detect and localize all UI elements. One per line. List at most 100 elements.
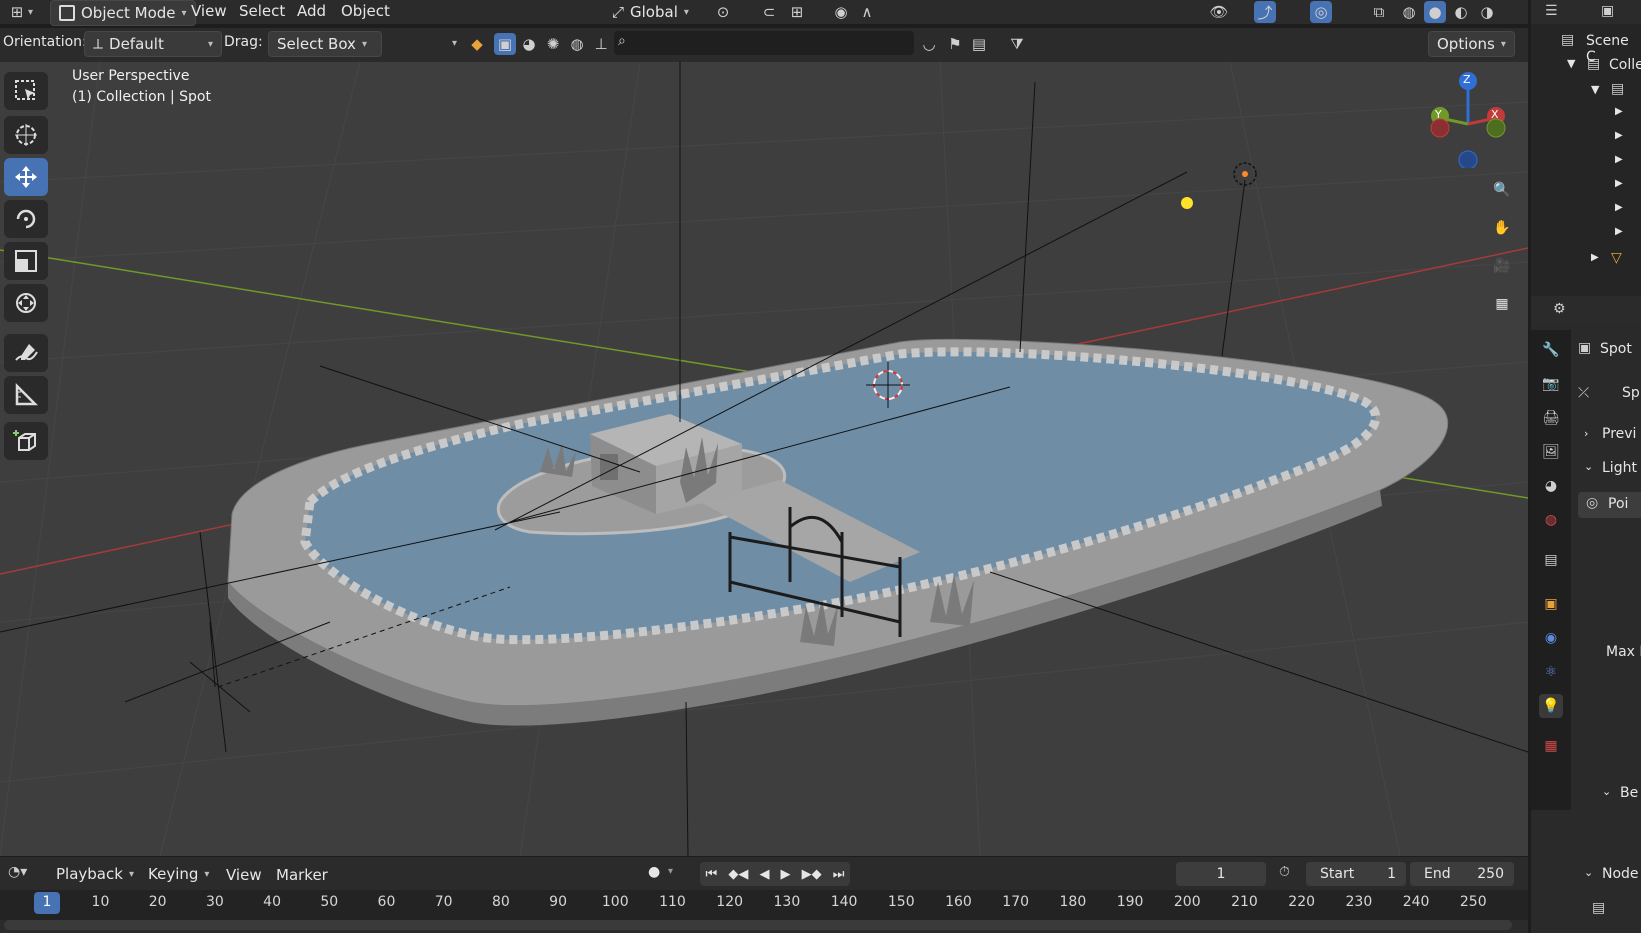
timeline-view-menu[interactable]: View bbox=[226, 866, 262, 884]
object-tab-icon[interactable]: ▣ bbox=[1539, 592, 1563, 616]
mode-dropdown[interactable]: Object Mode ▾ bbox=[50, 0, 196, 26]
options-dropdown[interactable]: Options ▾ bbox=[1428, 31, 1515, 57]
measure-tool[interactable] bbox=[4, 376, 48, 414]
world-filter-icon[interactable]: ◍ bbox=[566, 33, 588, 55]
editor-type-icon[interactable]: ⊞ bbox=[6, 1, 28, 23]
display-mode-icon[interactable]: ☰ bbox=[1545, 3, 1558, 19]
outliner-row-arrow[interactable]: ▶ bbox=[1615, 130, 1623, 141]
gizmo-toggle-icon[interactable]: ⤴ bbox=[1254, 1, 1276, 23]
jump-start-icon[interactable]: ⏮ bbox=[706, 867, 718, 882]
navigation-gizmo[interactable]: Z Y X bbox=[1420, 68, 1516, 168]
record-icon[interactable]: ● bbox=[648, 864, 660, 880]
outliner-row-arrow[interactable]: ▶ bbox=[1615, 202, 1623, 213]
collection-label[interactable]: Colle bbox=[1609, 57, 1641, 73]
cursor-tool[interactable] bbox=[4, 116, 48, 154]
preview-panel-label[interactable]: Previ bbox=[1602, 426, 1636, 442]
editor-type-icon[interactable]: ⚙ bbox=[1553, 301, 1566, 317]
outliner-row-arrow[interactable]: ▶ bbox=[1615, 178, 1623, 189]
menu-add[interactable]: Add bbox=[297, 2, 326, 20]
playback-menu[interactable]: Playback ▾ bbox=[48, 862, 142, 886]
chevron-down-icon[interactable]: ▾ bbox=[452, 38, 457, 49]
expand-arrow-icon[interactable]: ▼ bbox=[1567, 57, 1575, 70]
current-frame-field[interactable]: 1 bbox=[1176, 862, 1266, 886]
search-input[interactable]: ⌕ bbox=[614, 31, 914, 55]
transform-orientation-dropdown[interactable]: ⤢ Global ▾ bbox=[604, 0, 697, 24]
keying-menu[interactable]: Keying ▾ bbox=[140, 862, 217, 886]
outliner-row-arrow[interactable]: ▶ bbox=[1615, 154, 1623, 165]
xray-icon[interactable]: ⧉ bbox=[1368, 1, 1390, 23]
perspective-grid-icon[interactable]: ▦ bbox=[1486, 288, 1518, 320]
light-type-selector[interactable]: ◎ Poi bbox=[1578, 492, 1641, 518]
light-data-tab-icon[interactable]: 💡 bbox=[1539, 694, 1563, 718]
tool-tab-icon[interactable]: 🔧 bbox=[1539, 338, 1563, 362]
play-reverse-icon[interactable]: ◀ bbox=[759, 867, 769, 882]
select-mode-icon[interactable]: ▣ bbox=[494, 33, 516, 55]
start-frame-field[interactable]: Start 1 bbox=[1306, 862, 1406, 886]
orientation-dropdown[interactable]: ⟂ Default ▾ bbox=[84, 31, 222, 57]
prev-keyframe-icon[interactable]: ◆◀ bbox=[728, 867, 748, 882]
move-tool[interactable] bbox=[4, 158, 48, 196]
camera-icon[interactable]: 🎥 bbox=[1486, 250, 1518, 282]
select-box-tool[interactable] bbox=[4, 72, 48, 110]
spot-light[interactable] bbox=[1181, 162, 1257, 209]
stamp-filter-icon[interactable]: ⊥ bbox=[590, 33, 612, 55]
marker-menu[interactable]: Marker bbox=[276, 866, 328, 884]
chevron-down-icon[interactable]: ▾ bbox=[668, 866, 673, 877]
constraints-tab-icon[interactable]: ◉ bbox=[1539, 626, 1563, 650]
menu-select[interactable]: Select bbox=[239, 2, 285, 20]
outliner-row-arrow[interactable]: ▶ bbox=[1591, 252, 1599, 263]
chevron-down-icon[interactable]: ⌄ bbox=[1584, 866, 1593, 879]
end-frame-field[interactable]: End 250 bbox=[1410, 862, 1514, 886]
render-tab-icon[interactable]: 📷 bbox=[1539, 372, 1563, 396]
add-cube-tool[interactable] bbox=[4, 422, 48, 460]
next-keyframe-icon[interactable]: ▶◆ bbox=[802, 867, 822, 882]
3d-viewport[interactable]: User Perspective (1) Collection | Spot Z… bbox=[0, 62, 1528, 856]
play-icon[interactable]: ▶ bbox=[781, 867, 791, 882]
mesh-filter-icon[interactable]: ◕ bbox=[518, 33, 540, 55]
light-target-handle[interactable] bbox=[1181, 197, 1193, 209]
outliner-row-arrow[interactable]: ▶ bbox=[1615, 106, 1623, 117]
proportional-edit-icon[interactable]: ◉ bbox=[830, 1, 852, 23]
physics-tab-icon[interactable]: ⚛ bbox=[1539, 660, 1563, 684]
particles-filter-icon[interactable]: ✺ bbox=[542, 33, 564, 55]
chevron-right-icon[interactable]: › bbox=[1584, 427, 1588, 440]
falloff-icon[interactable]: ∧ bbox=[856, 1, 878, 23]
viewport-shading-color-icon[interactable]: ◆ bbox=[466, 33, 488, 55]
filter-toggle-icon[interactable]: ◡ bbox=[918, 33, 940, 55]
data-name[interactable]: Sp bbox=[1622, 385, 1640, 401]
jump-end-icon[interactable]: ⏭ bbox=[833, 867, 845, 882]
timeline-scrollbar[interactable] bbox=[4, 920, 1512, 930]
expand-arrow-icon[interactable]: ▼ bbox=[1591, 83, 1599, 96]
texture-tab-icon[interactable]: ▦ bbox=[1539, 734, 1563, 758]
zoom-icon[interactable]: 🔍 bbox=[1486, 174, 1518, 206]
wireframe-shading-icon[interactable]: ◍ bbox=[1398, 1, 1420, 23]
material-shading-icon[interactable]: ◐ bbox=[1450, 1, 1472, 23]
menu-object[interactable]: Object bbox=[341, 2, 390, 20]
menu-view[interactable]: View bbox=[191, 2, 227, 20]
output-tab-icon[interactable]: 🖨 bbox=[1539, 406, 1563, 430]
display-mode-icon[interactable]: ▤ bbox=[968, 33, 990, 55]
view-filter-icon[interactable]: ▣ bbox=[1601, 3, 1614, 19]
rendered-shading-icon[interactable]: ◑ bbox=[1476, 1, 1498, 23]
rotate-tool[interactable] bbox=[4, 200, 48, 238]
object-name[interactable]: Spot bbox=[1600, 341, 1632, 357]
collection-tab-icon[interactable]: ▤ bbox=[1539, 548, 1563, 572]
nodes-panel-label[interactable]: Node bbox=[1602, 866, 1639, 882]
light-panel-label[interactable]: Light bbox=[1602, 460, 1637, 476]
outliner-row-arrow[interactable]: ▶ bbox=[1615, 226, 1623, 237]
chevron-down-icon[interactable]: ⌄ bbox=[1584, 460, 1593, 473]
scene-tab-icon[interactable]: ◕ bbox=[1539, 474, 1563, 498]
timeline-editor-icon[interactable]: ◔▾ bbox=[8, 864, 27, 880]
transform-tool[interactable] bbox=[4, 284, 48, 322]
pond-water[interactable] bbox=[305, 351, 1376, 640]
chevron-down-icon[interactable]: ⌄ bbox=[1602, 785, 1611, 798]
pan-hand-icon[interactable]: ✋ bbox=[1486, 212, 1518, 244]
world-tab-icon[interactable]: ◍ bbox=[1539, 508, 1563, 532]
bookmark-icon[interactable]: ⚑ bbox=[944, 33, 966, 55]
stopwatch-icon[interactable]: ⏱ bbox=[1279, 864, 1290, 880]
annotate-tool[interactable] bbox=[4, 334, 48, 372]
pivot-point-icon[interactable]: ⊙ bbox=[712, 1, 734, 23]
overlays-icon[interactable]: ◎ bbox=[1310, 1, 1332, 23]
snap-icon[interactable]: ⊂ bbox=[758, 1, 780, 23]
funnel-icon[interactable]: ⧩ bbox=[1006, 33, 1028, 55]
